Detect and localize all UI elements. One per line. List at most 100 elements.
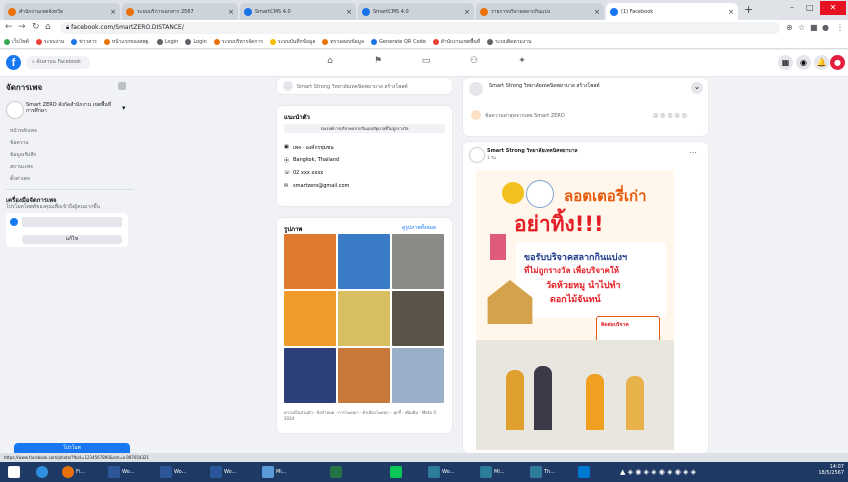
- bookmark-label: หน้าแรกของสพฐ.: [111, 39, 150, 45]
- facebook-search-input[interactable]: ⌕ ค้นหาบน Facebook: [26, 56, 90, 69]
- clock[interactable]: 14:07 18/5/2567: [806, 464, 844, 476]
- menu-grid-icon[interactable]: ▦: [778, 55, 793, 70]
- taskbar-item[interactable]: Wo...: [428, 465, 454, 479]
- create-post-prompt[interactable]: Smart Strong วิทยาลัยเทคนิคพยาบาล สร้างโ…: [489, 82, 600, 90]
- intro-title: แนะนำตัว: [284, 114, 310, 121]
- taskbar-item[interactable]: Fi...: [62, 465, 85, 479]
- collapse-icon[interactable]: ⌄: [691, 82, 703, 94]
- maximize-button[interactable]: □: [806, 3, 814, 12]
- bookmark-item[interactable]: ข่าวสาร: [71, 38, 97, 46]
- bookmark-item[interactable]: เว็บไซต์: [4, 38, 29, 46]
- gaming-icon[interactable]: ✦: [514, 56, 530, 66]
- promote-button[interactable]: โปรโมต: [14, 443, 130, 453]
- sidebar-item[interactable]: หน้าหลักเพจ: [10, 127, 37, 135]
- close-icon[interactable]: ×: [461, 8, 470, 16]
- taskbar-item[interactable]: Wo...: [210, 465, 236, 479]
- groups-icon[interactable]: ⚇: [466, 56, 482, 66]
- photo-thumbnail[interactable]: [392, 348, 444, 403]
- browser-tab-active[interactable]: (1) Facebook ×: [606, 3, 738, 20]
- zoom-icon[interactable]: ⊕: [786, 23, 793, 32]
- sidebar-item[interactable]: สถานะเพจ: [10, 163, 33, 171]
- post-time[interactable]: 1 วัน: [487, 154, 496, 161]
- taskbar-item[interactable]: Mi...: [480, 465, 504, 479]
- browser-tab[interactable]: รายการบริจาคสลากกินแบ่ง ×: [476, 3, 604, 20]
- taskbar-item[interactable]: [390, 465, 402, 479]
- photo-thumbnail[interactable]: [284, 348, 336, 403]
- notifications-icon[interactable]: 🔔: [814, 55, 829, 70]
- browser-tab[interactable]: ระบบบริการเอกสาร 2567 ×: [122, 3, 238, 20]
- browser-tab[interactable]: SmartCMS 4.0 ×: [358, 3, 474, 20]
- profile-icon[interactable]: ●: [822, 23, 829, 32]
- bookmark-item[interactable]: ระบบติดตามงาน: [487, 38, 531, 46]
- detail-email[interactable]: smartzero@gmail.com: [293, 183, 349, 189]
- create-post-card[interactable]: Smart Strong วิทยาลัยเทคนิคพยาบาล สร้างโ…: [277, 78, 452, 94]
- logo-icon: [526, 180, 554, 208]
- detail-phone[interactable]: 02 xxx xxxx: [293, 170, 323, 176]
- post-action-icons[interactable]: ◎ ◎ ◎ ◎ ◎: [653, 112, 687, 119]
- window-close-button[interactable]: ✕: [820, 1, 846, 15]
- bookmark-item[interactable]: Login: [185, 39, 207, 45]
- photo-thumbnail[interactable]: [392, 234, 444, 289]
- post-page-name[interactable]: Smart Strong วิทยาลัยเทคนิคพยาบาล: [487, 147, 578, 155]
- minimize-button[interactable]: –: [790, 3, 794, 12]
- forward-icon[interactable]: →: [18, 22, 26, 32]
- taskbar-item[interactable]: [578, 465, 590, 479]
- new-tab-button[interactable]: +: [744, 3, 753, 16]
- close-icon[interactable]: ×: [725, 8, 734, 16]
- browser-tab[interactable]: สำนักงานเขตจังหวัด ×: [4, 3, 120, 20]
- extensions-icon[interactable]: ■: [810, 23, 818, 32]
- more-options-icon[interactable]: …: [689, 146, 697, 155]
- account-avatar[interactable]: ●: [830, 55, 845, 70]
- bookmark-item[interactable]: หน้าแรกของสพฐ.: [103, 38, 150, 46]
- photo-thumbnail[interactable]: [338, 348, 390, 403]
- sidebar-item[interactable]: ข้อมูลเชิงลึก: [10, 151, 36, 159]
- page-switcher[interactable]: Smart ZERO สังกัดสำนักงาน เขตพื้นที่การศ…: [6, 99, 134, 119]
- home-icon[interactable]: ⌂: [45, 22, 51, 32]
- close-icon[interactable]: ×: [107, 8, 116, 16]
- photo-thumbnail[interactable]: [392, 291, 444, 346]
- photo-thumbnail[interactable]: [284, 291, 336, 346]
- messenger-icon[interactable]: ◉: [796, 55, 811, 70]
- photo-thumbnail[interactable]: [284, 234, 336, 289]
- tab-label: SmartCMS 4.0: [373, 8, 409, 15]
- promo-edit-button[interactable]: แก้ไข: [22, 235, 122, 244]
- bookmark-item[interactable]: ตรวจสอบข้อมูล: [322, 38, 364, 46]
- taskbar-item[interactable]: Wo...: [160, 465, 186, 479]
- sidebar-item[interactable]: ข้อความ: [10, 139, 29, 147]
- close-icon[interactable]: ×: [225, 8, 234, 16]
- bookmark-item[interactable]: ระบบบันทึกข้อมูล: [269, 38, 315, 46]
- close-icon[interactable]: ×: [591, 8, 600, 16]
- browser-tab[interactable]: SmartCMS 4.0 ×: [240, 3, 356, 20]
- detail-location: Bangkok, Thailand: [293, 157, 340, 163]
- taskbar-item[interactable]: [330, 465, 342, 479]
- post-image[interactable]: ลอตเตอรี่เก่า อย่าทิ้ง!!! ขอรับบริจาคสลา…: [476, 170, 674, 450]
- taskbar-item[interactable]: Wo...: [108, 465, 134, 479]
- bookmark-item[interactable]: ระบบบริหารจัดการ: [213, 38, 263, 46]
- reload-icon[interactable]: ↻: [32, 22, 40, 32]
- system-tray-icons[interactable]: ▲ ◈ ◉ ◈ ◈ ◉ ◈ ◉ ◈ ◈: [620, 468, 696, 476]
- home-icon[interactable]: ⌂: [322, 56, 338, 66]
- bookmark-item[interactable]: สำนักงานเขตพื้นที่: [432, 38, 480, 46]
- chevron-down-icon[interactable]: ▾: [122, 104, 126, 112]
- store-icon[interactable]: ▭: [418, 56, 434, 66]
- star-icon[interactable]: ☆: [798, 23, 805, 32]
- taskbar-item[interactable]: Th...: [530, 465, 555, 479]
- menu-icon[interactable]: ⋮: [836, 23, 844, 32]
- bookmark-item[interactable]: ระบบงาน: [35, 38, 64, 46]
- flag-icon[interactable]: ⚑: [370, 56, 386, 66]
- back-icon[interactable]: ←: [5, 22, 13, 32]
- bookmark-item[interactable]: Login: [156, 39, 178, 45]
- facebook-logo[interactable]: f: [6, 55, 21, 70]
- taskbar-item[interactable]: Mi...: [262, 465, 286, 479]
- photo-thumbnail[interactable]: [338, 291, 390, 346]
- start-button[interactable]: [8, 465, 20, 479]
- photo-thumbnail[interactable]: [338, 234, 390, 289]
- edge-taskbar-icon[interactable]: [36, 465, 48, 479]
- close-icon[interactable]: ×: [343, 8, 352, 16]
- footer-links[interactable]: ความเป็นส่วนตัว · ข้อกำหนด · การโฆษณา · …: [284, 410, 445, 422]
- see-all-photos-link[interactable]: ดูรูปภาพทั้งหมด: [402, 224, 436, 232]
- url-field[interactable]: 🔒︎ facebook.com/SmartZERO.DISTANCE/: [60, 22, 780, 34]
- sidebar-item[interactable]: ตั้งค่าเพจ: [10, 175, 30, 183]
- bookmark-item[interactable]: Generate QR Code: [371, 39, 426, 45]
- settings-icon[interactable]: [118, 82, 126, 90]
